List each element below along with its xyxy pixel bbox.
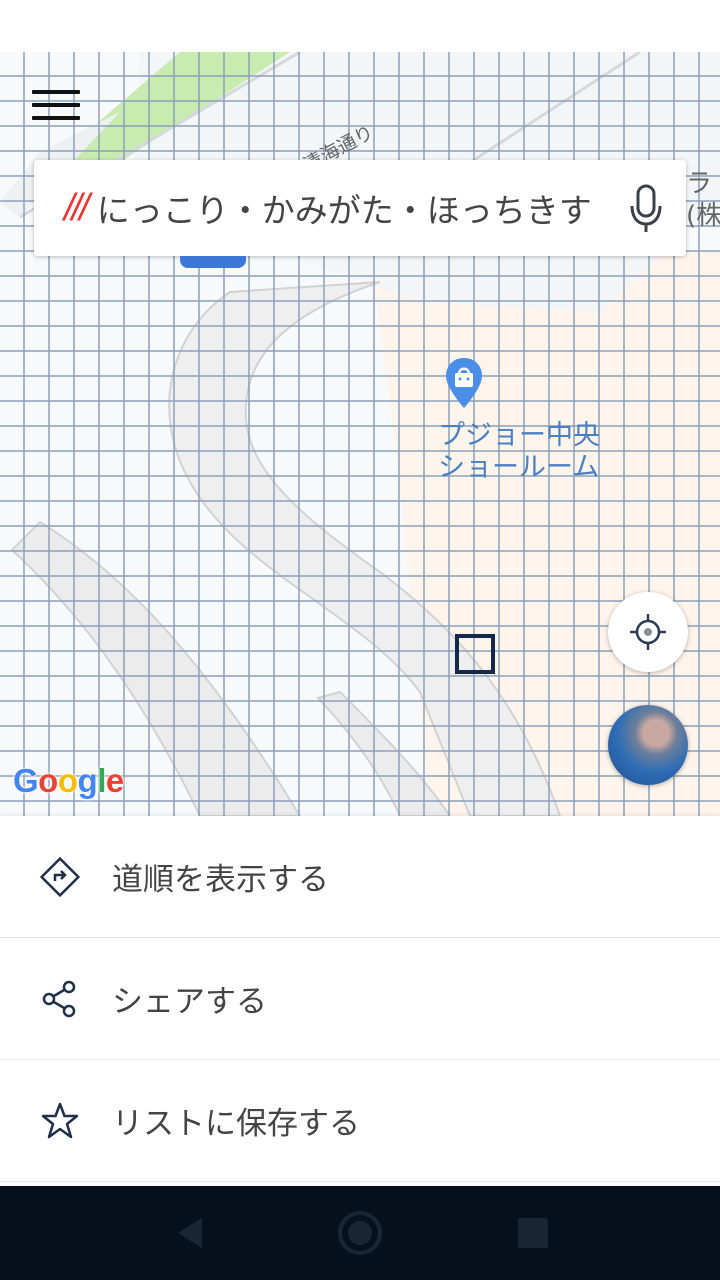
- search-bar[interactable]: /// にっこり・かみがた・ほっちきす: [34, 160, 686, 256]
- directions-action[interactable]: 道順を表示する: [0, 816, 720, 938]
- place-name-line2: ショールーム: [438, 452, 600, 483]
- selected-square-marker: [455, 634, 495, 674]
- google-letter: e: [105, 762, 124, 799]
- search-address-text[interactable]: にっこり・かみがた・ほっちきす: [97, 184, 592, 232]
- menu-button[interactable]: [22, 80, 90, 130]
- route-chip: [180, 256, 246, 268]
- directions-label: 道順を表示する: [112, 862, 329, 898]
- microphone-icon[interactable]: [628, 182, 664, 236]
- share-action[interactable]: シェアする: [0, 938, 720, 1060]
- back-triangle-icon[interactable]: [166, 1208, 216, 1258]
- action-list: 道順を表示する シェアする リストに保存する: [0, 816, 720, 1186]
- status-area: [0, 0, 720, 52]
- share-label: シェアする: [112, 984, 267, 1020]
- crosshair-icon: [630, 614, 666, 650]
- maps-screen: 清海通り ラ (株 /// にっこり・かみがた・ほっちきす プジョー中央 ショー…: [0, 0, 720, 1280]
- google-letter: o: [57, 762, 78, 799]
- hamburger-menu-icon: [32, 116, 80, 120]
- directions-icon: [39, 856, 81, 897]
- google-letter: g: [77, 762, 98, 799]
- recents-square-icon[interactable]: [508, 1208, 558, 1258]
- google-letter: l: [97, 762, 106, 799]
- hamburger-menu-icon: [32, 90, 80, 94]
- edge-label-line1: ラ: [686, 169, 713, 199]
- edge-place-label: ラ (株: [686, 168, 720, 232]
- satellite-layer-icon[interactable]: [608, 705, 688, 785]
- star-icon: [41, 1102, 79, 1138]
- edge-label-line2: (株: [686, 201, 720, 231]
- hamburger-menu-icon: [32, 103, 80, 107]
- save-to-list-action[interactable]: リストに保存する: [0, 1060, 720, 1182]
- google-letter: G: [13, 762, 39, 799]
- google-letter: o: [38, 762, 58, 799]
- system-nav-bar: [0, 1186, 720, 1280]
- google-logo: Google: [13, 762, 124, 800]
- home-circle-icon[interactable]: [335, 1208, 385, 1258]
- my-location-button[interactable]: [608, 592, 688, 672]
- place-label[interactable]: プジョー中央 ショールーム: [438, 420, 600, 484]
- share-icon: [42, 980, 76, 1017]
- map-view[interactable]: 清海通り ラ (株 /// にっこり・かみがた・ほっちきす プジョー中央 ショー…: [0, 52, 720, 816]
- save-to-list-label: リストに保存する: [112, 1106, 360, 1142]
- what3words-prefix: ///: [64, 186, 90, 229]
- shopping-bag-pin-icon[interactable]: [444, 356, 484, 410]
- place-name-line1: プジョー中央: [438, 420, 600, 451]
